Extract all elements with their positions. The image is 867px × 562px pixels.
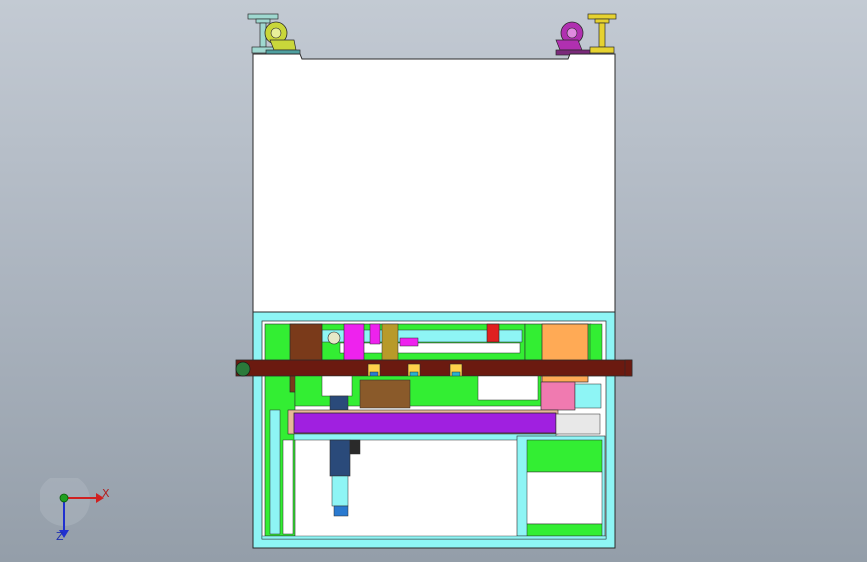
horizontal-rail[interactable] — [235, 359, 633, 377]
right-leveler-foot — [587, 13, 617, 54]
left-caster-wheel — [264, 21, 301, 56]
right-caster-wheel — [555, 21, 591, 56]
upper-cabinet-panel[interactable] — [252, 53, 616, 313]
x-axis-label: X — [102, 487, 110, 500]
magenta-cylinder — [343, 323, 365, 361]
rail-end-knob — [235, 361, 251, 377]
cad-viewport[interactable]: X Z — [0, 0, 867, 562]
right-green-panel — [526, 439, 603, 473]
lower-actuator — [329, 439, 351, 477]
purple-transfer-plate[interactable] — [293, 412, 557, 434]
z-axis-label: Z — [56, 530, 64, 543]
y-axis-dot — [59, 493, 69, 503]
red-sensor — [486, 323, 500, 343]
machine-model[interactable] — [0, 0, 867, 562]
